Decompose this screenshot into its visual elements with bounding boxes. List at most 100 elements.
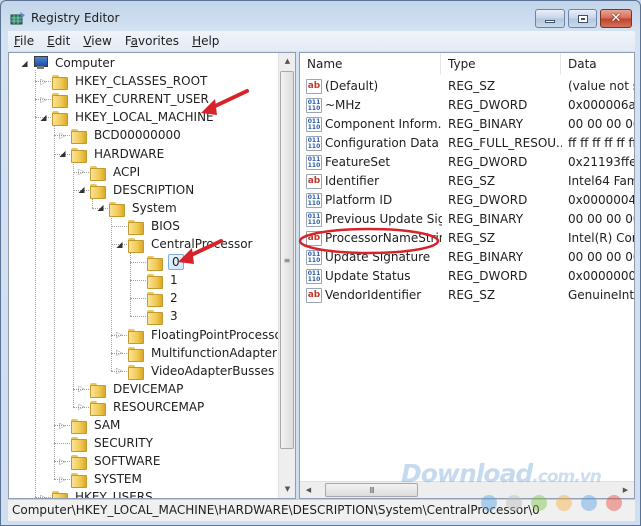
tree-node[interactable]: ▷ HKEY_CURRENT_USER <box>39 90 211 109</box>
tree-node-label[interactable]: DEVICEMAP <box>111 382 185 396</box>
expand-triangle-icon[interactable]: ▷ <box>58 457 67 466</box>
value-row[interactable]: 011 110~MHz REG_DWORD 0x000006a0 ( <box>300 96 634 115</box>
string-value-icon: ab <box>306 288 322 303</box>
tree-node[interactable]: 2 <box>134 289 180 308</box>
tree-node-label[interactable]: HKEY_CLASSES_ROOT <box>73 74 209 88</box>
tree-node-label[interactable]: SAM <box>92 418 122 432</box>
tree-scroll-thumb[interactable]: ≡ <box>280 71 294 449</box>
tree-node[interactable]: ▷ SAM <box>58 416 122 434</box>
tree-node-label[interactable]: 1 <box>168 273 180 287</box>
tree-node[interactable]: ◢ Computer <box>20 54 117 72</box>
minimize-button[interactable] <box>535 9 565 28</box>
tree-node[interactable]: 1 <box>134 271 180 290</box>
column-header-data[interactable]: Data <box>561 53 634 75</box>
tree-node-label[interactable]: HARDWARE <box>92 147 166 161</box>
expand-triangle-icon[interactable]: ▷ <box>39 77 48 86</box>
registry-key-tree[interactable]: ◢ Computer ▷ HKEY_CLASSES_ROOT ▷ HKEY_CURRENT… <box>8 52 296 499</box>
tree-node[interactable]: ▷ DEVICEMAP <box>77 380 185 398</box>
tree-vertical-scrollbar[interactable]: ▲ ≡ ▼ <box>278 53 295 498</box>
tree-node-label[interactable]: 2 <box>168 291 180 305</box>
column-header-name[interactable]: Name <box>300 53 441 75</box>
value-row[interactable]: ab Identifier REG_SZ Intel64 Fami <box>300 172 634 191</box>
tree-node-label[interactable]: SOFTWARE <box>92 454 162 468</box>
tree-node-label[interactable]: DESCRIPTION <box>111 183 196 197</box>
tree-node[interactable]: ▷ RESOURCEMAP <box>77 398 206 416</box>
tree-node-label[interactable]: RESOURCEMAP <box>111 400 206 414</box>
scroll-left-arrow-icon[interactable]: ◀ <box>300 482 317 498</box>
tree-node[interactable]: ▷ ACPI <box>77 163 142 181</box>
expand-triangle-icon[interactable]: ▷ <box>77 402 86 411</box>
menu-view[interactable]: View <box>77 34 117 48</box>
tree-node-label[interactable]: BCD00000000 <box>92 128 183 142</box>
tree-node[interactable]: ◢ DESCRIPTION <box>77 181 196 199</box>
tree-node[interactable]: ◢ HKEY_LOCAL_MACHINE <box>39 108 216 127</box>
tree-node-label[interactable]: VideoAdapterBusses <box>149 364 276 378</box>
tree-node[interactable]: BIOS <box>115 217 182 235</box>
menu-file[interactable]: File <box>8 34 40 48</box>
value-row[interactable]: 011 110Update Status REG_DWORD 0x00000002 … <box>300 267 634 286</box>
scroll-down-arrow-icon[interactable]: ▼ <box>279 481 295 498</box>
tree-node-label[interactable]: MultifunctionAdapter <box>149 346 279 360</box>
expand-triangle-icon[interactable]: ▷ <box>115 348 124 357</box>
tree-node[interactable]: ▷ MultifunctionAdapter <box>115 344 279 362</box>
tree-node[interactable]: ▷ BCD00000000 <box>58 126 183 145</box>
tree-node[interactable]: ▷ SOFTWARE <box>58 452 162 471</box>
tree-node[interactable]: ▷ HKEY_USERS <box>39 488 155 498</box>
expand-triangle-icon[interactable]: ▷ <box>58 421 67 430</box>
title-bar[interactable]: Registry Editor ✕ <box>1 1 640 31</box>
tree-node-label[interactable]: 0 <box>168 254 184 271</box>
tree-node-label[interactable]: FloatingPointProcessor <box>149 328 289 342</box>
tree-node-label[interactable]: Computer <box>53 56 117 70</box>
tree-node-label[interactable]: CentralProcessor <box>149 237 255 251</box>
tree-node-label[interactable]: HKEY_CURRENT_USER <box>73 92 211 106</box>
expand-triangle-icon[interactable]: ▷ <box>77 167 86 176</box>
value-row[interactable]: 011 110 Configuration Data REG_FULL_RESOU.… <box>300 134 634 153</box>
value-row[interactable]: abProcessorNameString REG_SZ Intel(R) Core <box>300 229 634 248</box>
expand-triangle-icon[interactable]: ▷ <box>39 95 48 104</box>
close-button[interactable]: ✕ <box>600 9 632 28</box>
menu-favorites[interactable]: Favorites <box>119 34 185 48</box>
tree-node[interactable]: ◢ CentralProcessor <box>115 235 255 253</box>
tree-node[interactable]: ▷ FloatingPointProcessor <box>115 326 289 344</box>
expand-triangle-icon[interactable]: ▷ <box>115 366 124 375</box>
tree-node-label[interactable]: ACPI <box>111 165 142 179</box>
tree-node[interactable]: ◢ System <box>96 199 179 217</box>
tree-node-label[interactable]: HKEY_LOCAL_MACHINE <box>73 110 216 124</box>
tree-node-label[interactable]: BIOS <box>149 219 182 233</box>
value-row[interactable]: 011 110 Component Inform... REG_BINARY 00 0… <box>300 115 634 134</box>
value-row[interactable]: 011 110FeatureSet REG_DWORD 0x21193ffe (5 <box>300 153 634 172</box>
expand-triangle-icon[interactable]: ▷ <box>58 475 67 484</box>
tree-node[interactable]: 0 <box>134 253 184 272</box>
collapse-triangle-icon[interactable]: ◢ <box>115 240 124 249</box>
tree-node[interactable]: ▷ VideoAdapterBusses <box>115 362 276 380</box>
tree-node-label[interactable]: 3 <box>168 309 180 323</box>
collapse-triangle-icon[interactable]: ◢ <box>39 113 48 122</box>
tree-node[interactable]: ▷ SYSTEM <box>58 470 144 489</box>
value-row[interactable]: ab VendorIdentifier REG_SZ GenuineInte <box>300 286 634 305</box>
expand-triangle-icon[interactable]: ▷ <box>115 330 124 339</box>
collapse-triangle-icon[interactable]: ◢ <box>77 185 86 194</box>
maximize-button[interactable] <box>568 9 597 28</box>
value-row[interactable]: ab(Default) REG_SZ (value not se <box>300 77 634 96</box>
expand-triangle-icon[interactable]: ▷ <box>58 131 67 140</box>
tree-node-label[interactable]: HKEY_USERS <box>73 490 155 498</box>
column-header-type[interactable]: Type <box>441 53 561 75</box>
tree-node[interactable]: ▷ HKEY_CLASSES_ROOT <box>39 72 209 91</box>
tree-node-label[interactable]: SYSTEM <box>92 472 144 486</box>
value-row[interactable]: 011 110 Update Signature REG_BINARY 00 00 0… <box>300 248 634 267</box>
registry-values-list[interactable]: Name Type Data ab (Default) REG_SZ (value n… <box>299 52 635 499</box>
tree-node-label[interactable]: SECURITY <box>92 436 155 450</box>
menu-help[interactable]: Help <box>186 34 225 48</box>
tree-node[interactable]: 3 <box>134 307 180 326</box>
scroll-up-arrow-icon[interactable]: ▲ <box>279 53 295 70</box>
collapse-triangle-icon[interactable]: ◢ <box>58 149 67 158</box>
collapse-triangle-icon[interactable]: ◢ <box>96 203 105 212</box>
value-row[interactable]: 011 110Previous Update Sig... REG_BINARY 0… <box>300 210 634 229</box>
expand-triangle-icon[interactable]: ▷ <box>77 384 86 393</box>
collapse-triangle-icon[interactable]: ◢ <box>20 59 29 68</box>
menu-edit[interactable]: Edit <box>41 34 76 48</box>
tree-node-label[interactable]: System <box>130 201 179 215</box>
value-row[interactable]: 011 110Platform ID REG_DWORD 0x00000040 ( <box>300 191 634 210</box>
tree-node[interactable]: SECURITY <box>58 434 155 453</box>
tree-node[interactable]: ◢ HARDWARE <box>58 145 166 163</box>
